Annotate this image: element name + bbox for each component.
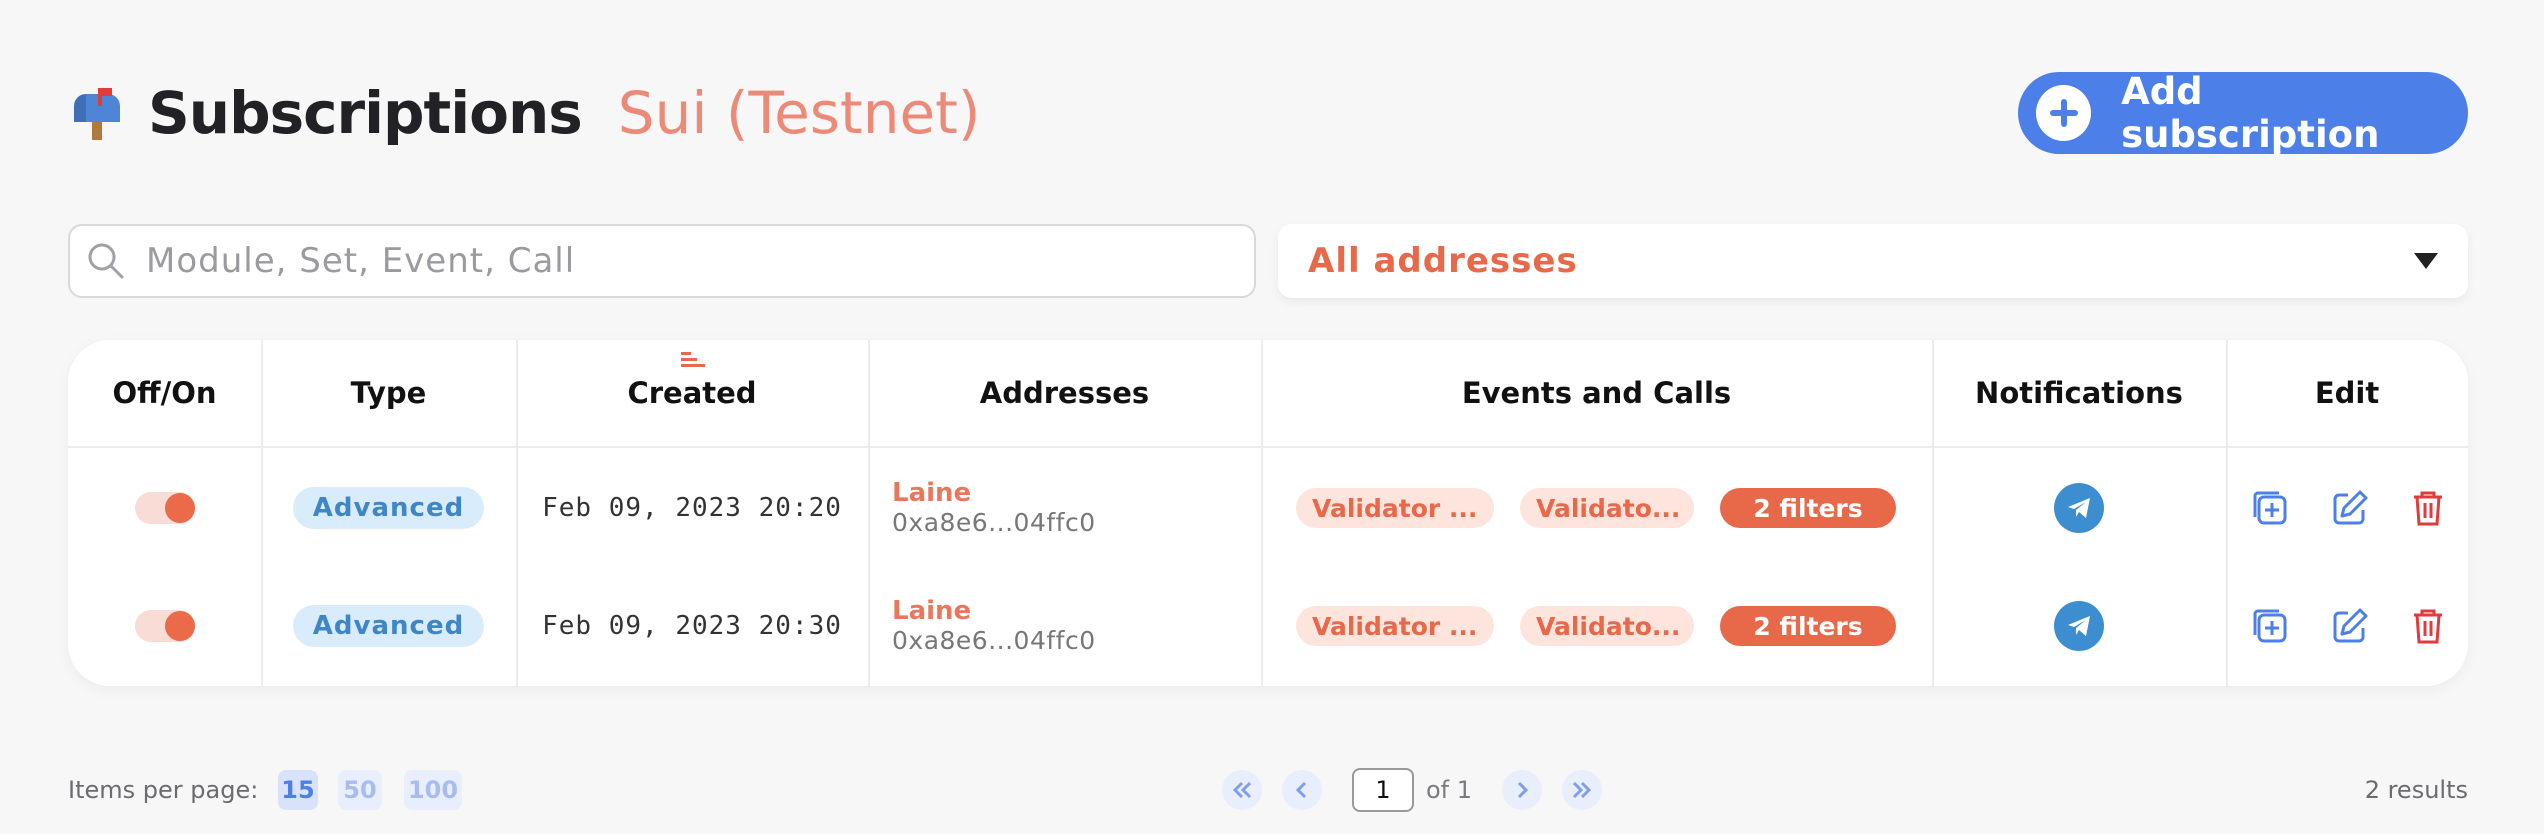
trash-icon[interactable]	[2408, 488, 2448, 528]
page-size-100[interactable]: 100	[404, 770, 462, 810]
created-date: Feb 09, 2023 20:30	[542, 611, 842, 641]
first-page-button[interactable]	[1222, 770, 1262, 810]
search-box	[68, 224, 1256, 298]
address-filter-value: All addresses	[1308, 241, 1578, 281]
telegram-icon[interactable]	[2054, 601, 2104, 651]
pagination-bar: Items per page: 15 50 100 of 1 2 results	[68, 768, 2468, 812]
search-icon	[88, 243, 124, 279]
address-name[interactable]: Laine	[892, 596, 971, 626]
chevron-left-icon	[1295, 781, 1307, 799]
column-header-type[interactable]: Type	[261, 340, 516, 446]
toggle-cell	[68, 488, 261, 528]
created-date: Feb 09, 2023 20:20	[542, 493, 842, 523]
duplicate-icon[interactable]	[2250, 488, 2290, 528]
sort-icon	[681, 352, 705, 367]
toggle-knob	[164, 611, 195, 641]
filters-badge[interactable]: 2 filters	[1720, 488, 1896, 528]
notification-cell	[1932, 483, 2226, 533]
chevron-right-icon	[1517, 781, 1529, 799]
column-header-addresses[interactable]: Addresses	[868, 340, 1261, 446]
edit-icon[interactable]	[2330, 488, 2370, 528]
address-hash: 0xa8e6...04ffc0	[892, 508, 1096, 537]
subscriptions-table: Off/On Type Created Addresses Events and…	[68, 340, 2468, 686]
telegram-icon[interactable]	[2054, 483, 2104, 533]
duplicate-icon[interactable]	[2250, 606, 2290, 646]
search-input[interactable]	[144, 240, 1198, 282]
address-cell: Laine 0xa8e6...04ffc0	[892, 596, 1252, 656]
column-header-edit: Edit	[2314, 376, 2380, 410]
column-header-created-label: Created	[627, 376, 757, 410]
column-header-created[interactable]: Created	[516, 340, 868, 446]
double-chevron-left-icon	[1232, 781, 1252, 799]
enable-toggle[interactable]	[134, 492, 195, 524]
column-header-off-on[interactable]: Off/On	[68, 340, 261, 446]
page-number-input[interactable]	[1352, 768, 1414, 812]
event-tag[interactable]: Validato...	[1520, 606, 1694, 646]
chevron-down-icon	[2414, 253, 2438, 269]
type-badge: Advanced	[292, 487, 485, 529]
column-header-events[interactable]: Events and Calls	[1261, 340, 1932, 446]
last-page-button[interactable]	[1562, 770, 1602, 810]
trash-icon[interactable]	[2408, 606, 2448, 646]
edit-icon[interactable]	[2330, 606, 2370, 646]
column-header-notifications[interactable]: Notifications	[1932, 340, 2226, 446]
event-tag[interactable]: Validator ...	[1296, 488, 1494, 528]
event-tag[interactable]: Validator ...	[1296, 606, 1494, 646]
address-hash: 0xa8e6...04ffc0	[892, 626, 1096, 655]
created-cell: Feb 09, 2023 20:30	[516, 606, 868, 646]
items-per-page-label: Items per page:	[68, 776, 259, 804]
add-subscription-button[interactable]: Add subscription	[2018, 70, 2468, 156]
page-header: Subscriptions Sui (Testnet) Add subscrip…	[68, 70, 2468, 156]
address-filter-dropdown[interactable]: All addresses	[1278, 224, 2468, 298]
network-label: Sui (Testnet)	[617, 79, 981, 147]
filters-badge[interactable]: 2 filters	[1720, 606, 1896, 646]
page-size-15[interactable]: 15	[278, 770, 318, 810]
add-subscription-label: Add subscription	[2121, 70, 2380, 156]
next-page-button[interactable]	[1502, 770, 1542, 810]
header-divider	[68, 446, 2468, 448]
page-count: of 1	[1426, 776, 1473, 804]
title-group: Subscriptions Sui (Testnet)	[68, 72, 981, 154]
prev-page-button[interactable]	[1282, 770, 1322, 810]
created-cell: Feb 09, 2023 20:20	[516, 488, 868, 528]
enable-toggle[interactable]	[134, 610, 195, 642]
event-tag[interactable]: Validato...	[1520, 488, 1694, 528]
results-count: 2 results	[2364, 776, 2468, 804]
plus-icon	[2036, 85, 2092, 141]
address-name[interactable]: Laine	[892, 478, 971, 508]
mailbox-icon	[74, 88, 120, 140]
page-title: Subscriptions	[148, 79, 583, 147]
notification-cell	[1932, 601, 2226, 651]
address-cell: Laine 0xa8e6...04ffc0	[892, 478, 1252, 538]
toggle-cell	[68, 606, 261, 646]
type-cell: Advanced	[261, 486, 516, 530]
double-chevron-right-icon	[1572, 781, 1592, 799]
type-cell: Advanced	[261, 604, 516, 648]
type-badge: Advanced	[292, 605, 485, 647]
toggle-knob	[164, 493, 195, 523]
page-size-50[interactable]: 50	[338, 770, 382, 810]
